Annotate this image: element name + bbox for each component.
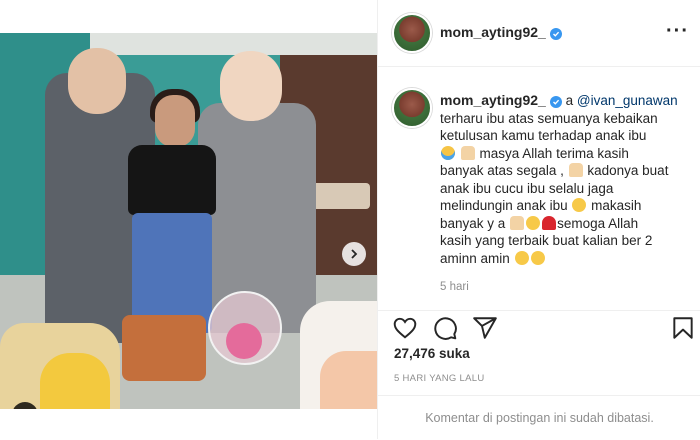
balloon: [226, 323, 262, 359]
user-tag-icon: [18, 408, 32, 409]
heart-emoji-icon: [542, 215, 557, 230]
caption-line: banyak y a: [440, 215, 506, 231]
caption-line: aminn amin: [440, 250, 510, 266]
caption-line: kasih yang terbaik buat kalian ber 2: [440, 233, 653, 248]
post-username[interactable]: mom_ayting92_: [440, 24, 562, 40]
cardboard-cutout-left-head: [68, 48, 126, 114]
caption-line: terharu ibu atas semuanya kebaikan: [440, 110, 658, 126]
caption-line: makasih: [591, 198, 642, 213]
crying-face-icon: [441, 145, 455, 160]
caption-username[interactable]: mom_ayting92_: [440, 92, 546, 108]
caption-line: ketulusan kamu terhadap anak ibu: [440, 128, 647, 143]
verified-badge-icon: [549, 96, 562, 108]
folded-hands-icon: [510, 215, 525, 230]
verified-badge-icon: [549, 28, 562, 40]
caption-prefix: a: [565, 93, 574, 108]
cardboard-cutout-right-head: [220, 51, 282, 121]
post-header: mom_ayting92_ ···: [378, 0, 700, 67]
caption-timestamp[interactable]: 5 hari: [440, 281, 469, 293]
caption-line: banyak atas segala ,: [440, 163, 564, 178]
more-horizontal-icon[interactable]: ···: [666, 20, 689, 43]
handbag: [122, 315, 206, 381]
post-side-panel: mom_ayting92_ ··· mom_ayting92_ a @ivan_…: [377, 0, 700, 439]
woman-figure: [128, 145, 216, 215]
likes-count[interactable]: 27,476 suka: [394, 346, 470, 361]
flowers-right: [320, 351, 377, 409]
post-photo[interactable]: [0, 33, 377, 409]
smiling-face-icon: [572, 198, 587, 212]
caption-text: mom_ayting92_ a @ivan_gunawan terharu ib…: [440, 92, 690, 267]
next-slide-button[interactable]: [342, 242, 366, 266]
folded-hands-icon: [568, 163, 583, 177]
caption-line: masya Allah terima kasih: [479, 145, 629, 161]
caption-line: kadonya buat: [587, 163, 669, 178]
smiling-face-icon: [526, 215, 541, 230]
bookmark-icon[interactable]: [670, 315, 696, 341]
folded-hands-icon: [460, 145, 475, 160]
smiling-face-icon: [514, 250, 529, 265]
flowers-left: [40, 353, 110, 409]
woman-figure: [155, 95, 195, 147]
avatar[interactable]: [392, 88, 432, 128]
post-actions: [378, 310, 700, 345]
username-text[interactable]: mom_ayting92_: [440, 24, 546, 40]
comments-restricted-notice: Komentar di postingan ini sudah dibatasi…: [378, 395, 700, 440]
post-timestamp[interactable]: 5 HARI YANG LALU: [394, 373, 485, 384]
chevron-right-icon: [351, 249, 358, 259]
avatar[interactable]: [392, 13, 432, 53]
smiling-face-icon: [530, 250, 545, 265]
heart-icon[interactable]: [392, 315, 418, 341]
caption-line: semoga Allah: [557, 215, 639, 231]
caption-mention[interactable]: @ivan_gunawan: [577, 93, 678, 108]
caption-line: anak ibu cucu ibu selalu jaga: [440, 180, 614, 196]
send-icon[interactable]: [472, 315, 498, 341]
comment-icon[interactable]: [432, 315, 458, 341]
caption-line: melindungin anak ibu: [440, 198, 568, 213]
